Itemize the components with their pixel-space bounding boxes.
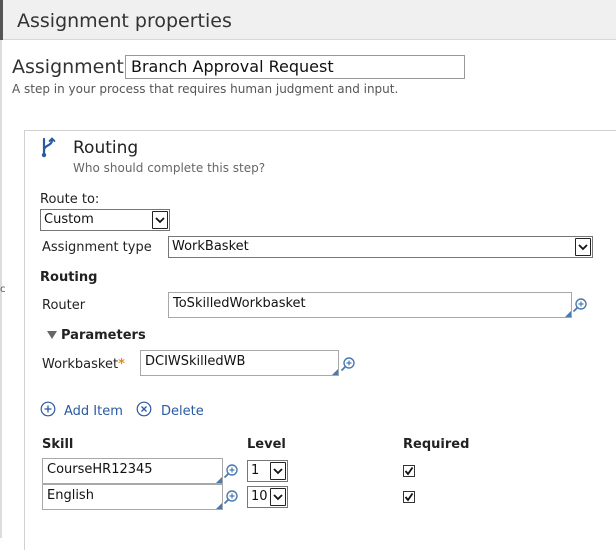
skill-input-row-1[interactable]: CourseHR12345 [42, 458, 223, 484]
workbasket-label-text: Workbasket [42, 357, 119, 372]
edge-fragment: c [0, 284, 6, 295]
required-checkbox-row-2[interactable] [403, 491, 415, 503]
expand-triangle-icon[interactable] [47, 331, 57, 339]
resize-handle[interactable] [216, 503, 222, 509]
required-column-header: Required [403, 437, 470, 452]
router-lookup-icon[interactable] [572, 297, 588, 313]
resize-handle[interactable] [565, 311, 571, 317]
route-to-label: Route to: [40, 192, 100, 207]
routing-title: Routing [73, 138, 139, 158]
skill-input-row-2[interactable]: English [42, 484, 223, 510]
window-edge [0, 0, 3, 40]
resize-handle[interactable] [332, 369, 338, 375]
checkmark-icon [404, 466, 414, 476]
level-select-row-2[interactable]: 10 [247, 486, 288, 508]
route-to-value: Custom [44, 212, 94, 227]
workbasket-label: Workbasket* [42, 357, 125, 372]
skill-column-header: Skill [42, 437, 74, 452]
add-item-link[interactable]: Add Item [64, 404, 123, 419]
router-label: Router [42, 298, 86, 313]
level-column-header: Level [247, 437, 286, 452]
chevron-down-icon[interactable] [270, 488, 286, 506]
parameters-label: Parameters [61, 328, 146, 343]
required-checkbox-row-1[interactable] [403, 465, 415, 477]
checkmark-icon [404, 492, 414, 502]
delete-link[interactable]: Delete [161, 404, 204, 419]
skill-value: CourseHR12345 [47, 462, 153, 477]
resize-handle[interactable] [216, 477, 222, 483]
workbasket-input[interactable]: DCIWSkilledWB [140, 350, 339, 376]
assignment-description: A step in your process that requires hum… [12, 82, 399, 96]
assignment-type-value: WorkBasket [172, 239, 249, 254]
level-select-row-1[interactable]: 1 [247, 460, 288, 482]
router-value: ToSkilledWorkbasket [173, 296, 306, 311]
skill-value: English [47, 488, 94, 503]
required-star: * [118, 357, 125, 372]
level-value: 10 [251, 489, 268, 504]
x-circle-icon[interactable] [136, 401, 152, 417]
assignment-label: Assignment: [12, 56, 131, 78]
level-value: 1 [251, 463, 260, 478]
chevron-down-icon[interactable] [575, 238, 591, 256]
chevron-down-icon[interactable] [152, 211, 168, 229]
workbasket-lookup-icon[interactable] [340, 356, 356, 372]
router-input[interactable]: ToSkilledWorkbasket [168, 292, 572, 318]
assignment-name-input[interactable]: Branch Approval Request [125, 55, 465, 79]
assignment-type-label: Assignment type [42, 240, 152, 255]
skill-lookup-icon[interactable] [223, 463, 239, 479]
assignment-type-select[interactable]: WorkBasket [168, 236, 593, 258]
route-to-select[interactable]: Custom [40, 209, 170, 231]
window-title: Assignment properties [17, 10, 232, 32]
routing-section-label: Routing [40, 270, 98, 285]
branch-icon [41, 137, 56, 158]
skill-lookup-icon[interactable] [223, 489, 239, 505]
workbasket-value: DCIWSkilledWB [145, 354, 246, 369]
plus-circle-icon[interactable] [40, 401, 56, 417]
routing-subtitle: Who should complete this step? [73, 161, 266, 175]
chevron-down-icon[interactable] [270, 462, 286, 480]
